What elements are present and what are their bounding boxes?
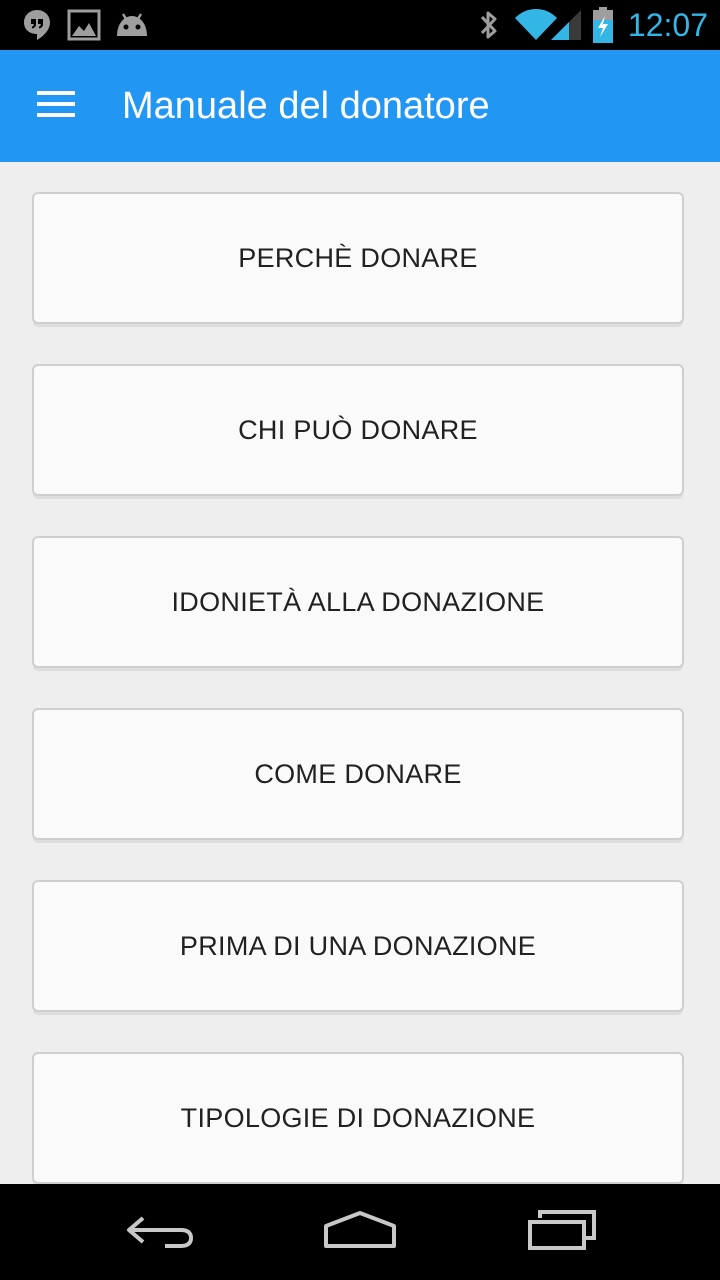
android-icon: [112, 0, 152, 50]
button-label: PERCHÈ DONARE: [238, 242, 478, 273]
button-label: TIPOLOGIE DI DONAZIONE: [180, 1102, 536, 1133]
navigation-bar: [0, 1184, 720, 1280]
hamburger-menu-icon: [36, 90, 76, 122]
menu-list: PERCHÈ DONARE CHI PUÒ DONARE IDONIETÀ AL…: [0, 162, 720, 1184]
hangouts-icon: [20, 0, 54, 50]
button-label: CHI PUÒ DONARE: [238, 414, 478, 445]
button-label: COME DONARE: [254, 758, 462, 789]
app-title: Manuale del donatore: [122, 85, 490, 127]
prima-di-una-donazione-button[interactable]: PRIMA DI UNA DONAZIONE: [32, 880, 684, 1012]
recent-apps-button[interactable]: [502, 1184, 622, 1280]
battery-charging-icon: [588, 0, 618, 50]
tipologie-di-donazione-button[interactable]: TIPOLOGIE DI DONAZIONE: [32, 1052, 684, 1184]
status-clock: 12:07: [627, 7, 708, 43]
chi-puo-donare-button[interactable]: CHI PUÒ DONARE: [32, 364, 684, 496]
recent-apps-icon: [526, 1210, 598, 1254]
perche-donare-button[interactable]: PERCHÈ DONARE: [32, 192, 684, 324]
back-button[interactable]: [100, 1184, 220, 1280]
screen: 12:07 Manuale del donatore PERCHÈ DONARE…: [0, 0, 720, 1280]
button-label: IDONIETÀ ALLA DONAZIONE: [171, 586, 545, 617]
back-icon: [125, 1210, 195, 1254]
hamburger-menu-button[interactable]: [22, 78, 90, 134]
status-bar: 12:07: [0, 0, 720, 50]
home-icon: [322, 1210, 398, 1254]
come-donare-button[interactable]: COME DONARE: [32, 708, 684, 840]
signal-icon: [548, 0, 584, 50]
image-icon: [66, 0, 102, 50]
idonieta-alla-donazione-button[interactable]: IDONIETÀ ALLA DONAZIONE: [32, 536, 684, 668]
home-button[interactable]: [300, 1184, 420, 1280]
button-label: PRIMA DI UNA DONAZIONE: [179, 930, 537, 961]
app-bar: Manuale del donatore: [0, 50, 720, 162]
bluetooth-icon: [474, 0, 504, 50]
